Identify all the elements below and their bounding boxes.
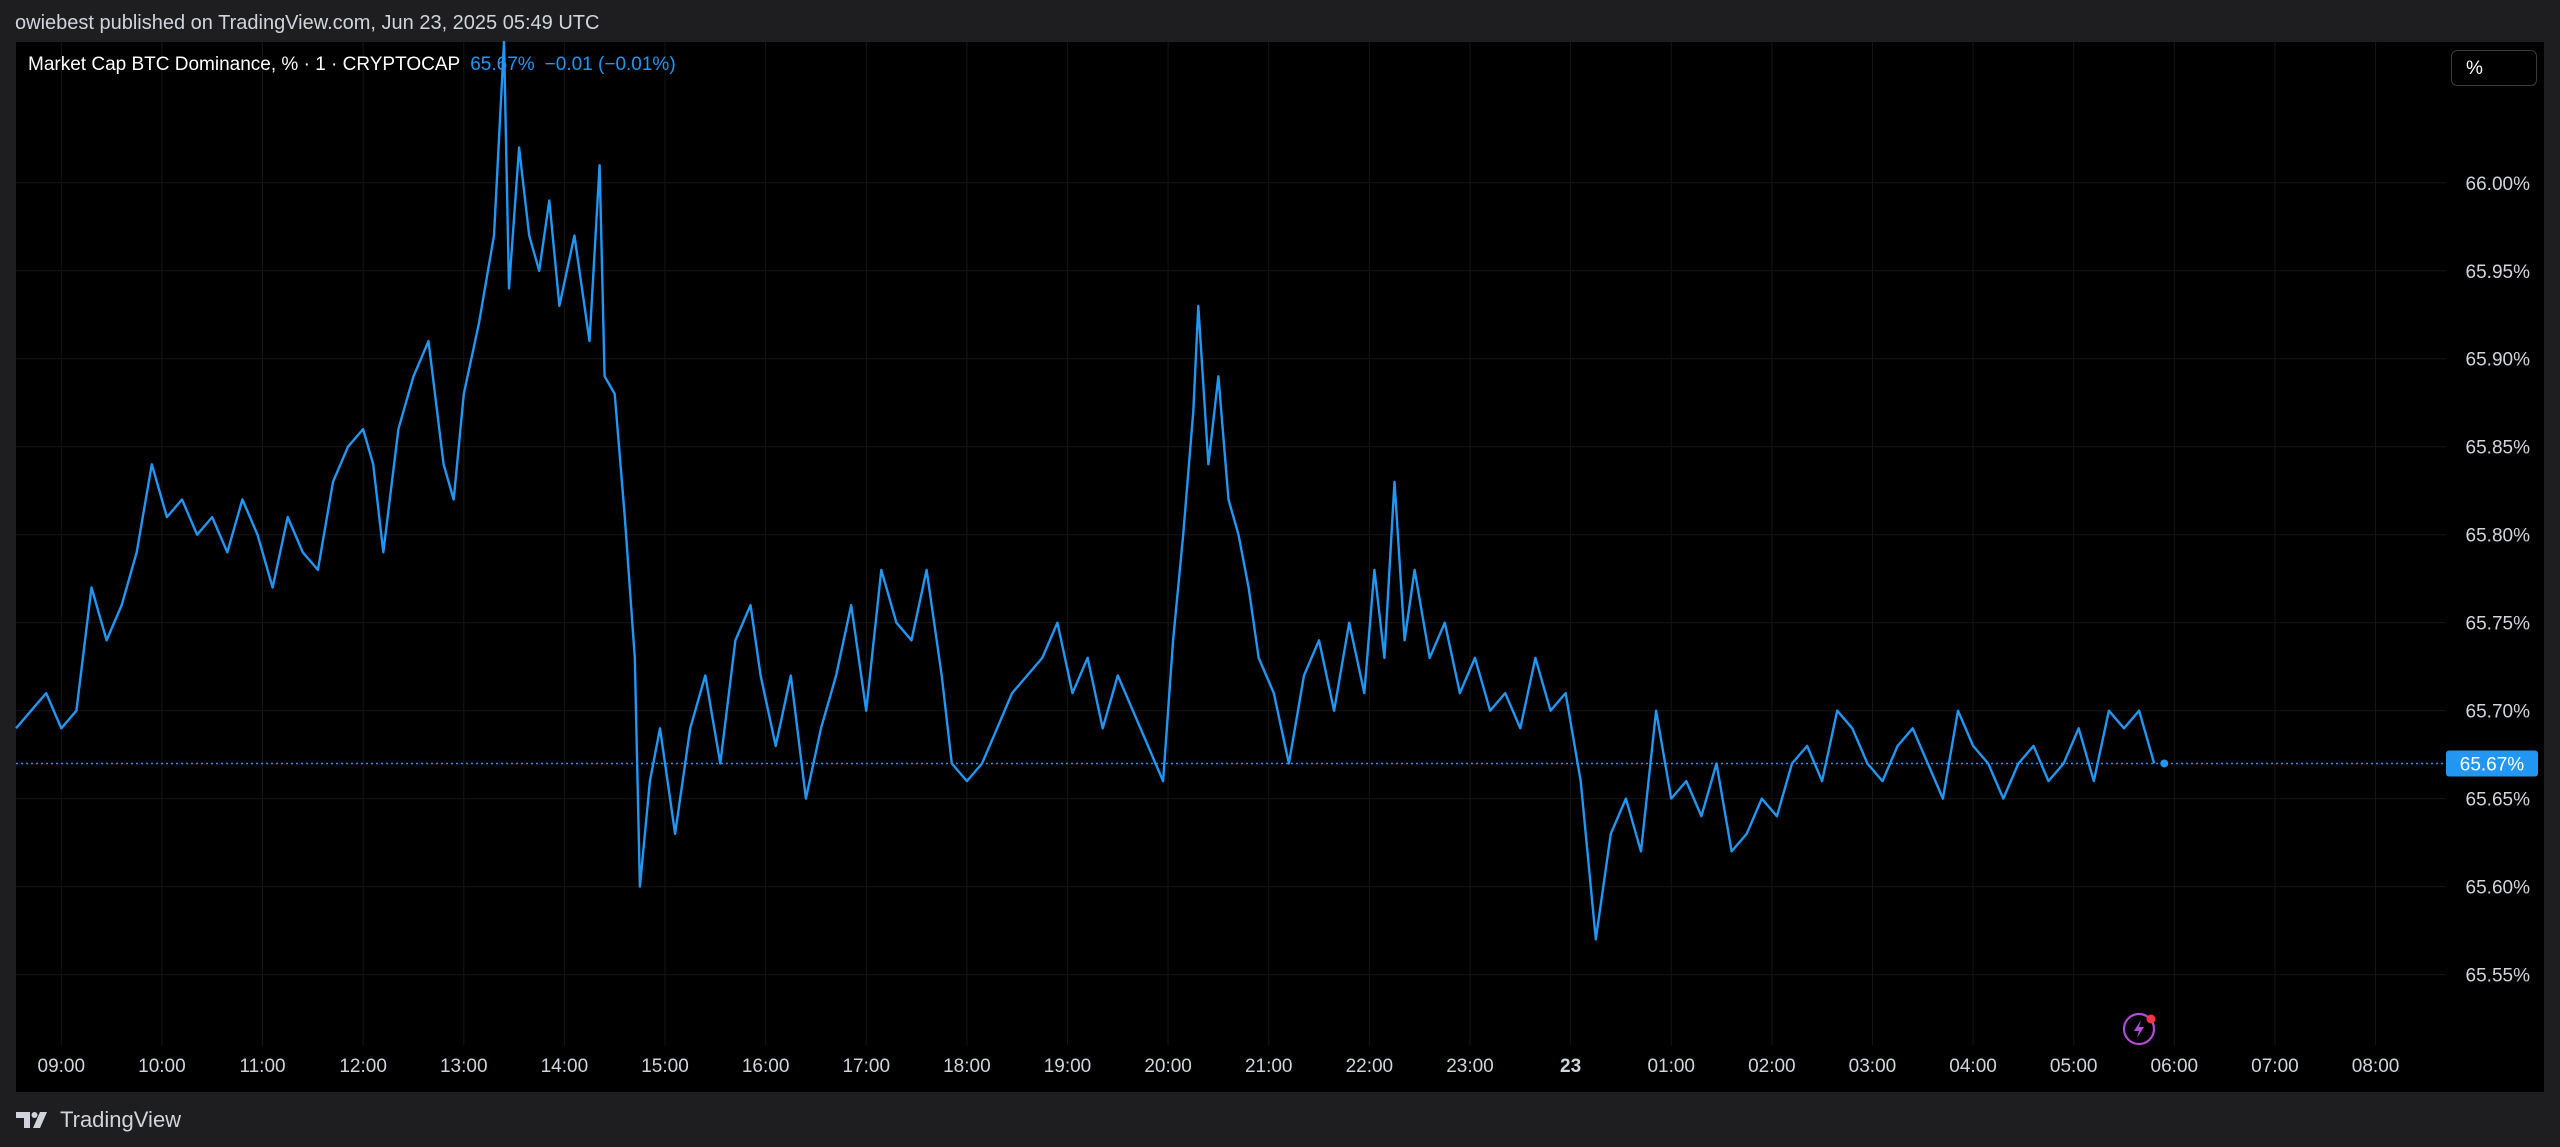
brand-name: TradingView: [60, 1107, 182, 1132]
legend-symbol: Market Cap BTC Dominance, % · 1 · CRYPTO…: [28, 54, 461, 75]
x-tick-label: 22:00: [1346, 1056, 1394, 1077]
brand-logo[interactable]: TradingView: [16, 1107, 181, 1133]
price-scale-unit-button[interactable]: %: [2451, 50, 2537, 86]
price-chart[interactable]: 66.00% 65.95% 65.90% 65.85% 65.80% 65.75% 65.7…: [0, 0, 2560, 1147]
x-tick-label: 10:00: [138, 1056, 186, 1077]
x-tick-label: 14:00: [541, 1056, 589, 1077]
x-tick-label: 02:00: [1748, 1056, 1796, 1077]
y-tick-label: 66.00%: [2466, 174, 2531, 195]
y-tick-label: 65.95%: [2466, 262, 2531, 283]
x-tick-label: 08:00: [2352, 1056, 2400, 1077]
lightning-bolt-icon[interactable]: [2122, 1012, 2156, 1046]
last-price-dot: [2160, 759, 2169, 768]
y-tick-label: 65.65%: [2466, 790, 2531, 811]
y-tick-label: 65.85%: [2466, 438, 2531, 459]
grid-lines: [16, 42, 2446, 1045]
x-tick-label: 11:00: [239, 1056, 285, 1077]
last-price-badge-label: 65.67%: [2460, 754, 2525, 775]
legend-change: −0.01 (−0.01%): [544, 54, 676, 75]
last-price-badge: 65.67%: [2446, 750, 2538, 777]
x-tick-label: 18:00: [943, 1056, 991, 1077]
y-tick-label: 65.75%: [2466, 614, 2531, 635]
price-scale[interactable]: 66.00% 65.95% 65.90% 65.85% 65.80% 65.75% 65.7…: [2466, 174, 2531, 987]
x-tick-label: 06:00: [2151, 1056, 2199, 1077]
x-tick-label: 04:00: [1949, 1056, 1997, 1077]
x-tick-label: 21:00: [1245, 1056, 1293, 1077]
y-tick-label: 65.70%: [2466, 702, 2531, 723]
x-tick-label: 17:00: [842, 1056, 890, 1077]
y-tick-label: 65.55%: [2466, 966, 2531, 987]
x-tick-label: 19:00: [1044, 1056, 1092, 1077]
x-tick-label: 12:00: [339, 1056, 387, 1077]
x-tick-label: 09:00: [38, 1056, 86, 1077]
time-scale[interactable]: 09:00 10:00 11:00 12:00 13:00 14:00 15:00 16:00…: [38, 1056, 2400, 1077]
tradingview-logo-icon: [16, 1112, 47, 1128]
legend-last-value: 65.67%: [470, 54, 535, 75]
series-legend: Market Cap BTC Dominance, % · 1 · CRYPTO…: [28, 54, 676, 76]
x-tick-label: 03:00: [1849, 1056, 1897, 1077]
y-tick-label: 65.80%: [2466, 526, 2531, 547]
x-tick-label: 13:00: [440, 1056, 488, 1077]
footer-bar: [0, 1094, 2560, 1147]
x-tick-label: 20:00: [1144, 1056, 1192, 1077]
x-tick-label: 15:00: [641, 1056, 689, 1077]
y-tick-label: 65.90%: [2466, 350, 2531, 371]
x-tick-label: 16:00: [742, 1056, 790, 1077]
y-tick-label: 65.60%: [2466, 878, 2531, 899]
x-tick-label: 01:00: [1647, 1056, 1695, 1077]
x-tick-label: 05:00: [2050, 1056, 2098, 1077]
x-tick-label: 07:00: [2251, 1056, 2299, 1077]
x-tick-label: 23:00: [1446, 1056, 1494, 1077]
series-line[interactable]: [15, 40, 2156, 941]
x-tick-label: 23: [1560, 1056, 1581, 1077]
